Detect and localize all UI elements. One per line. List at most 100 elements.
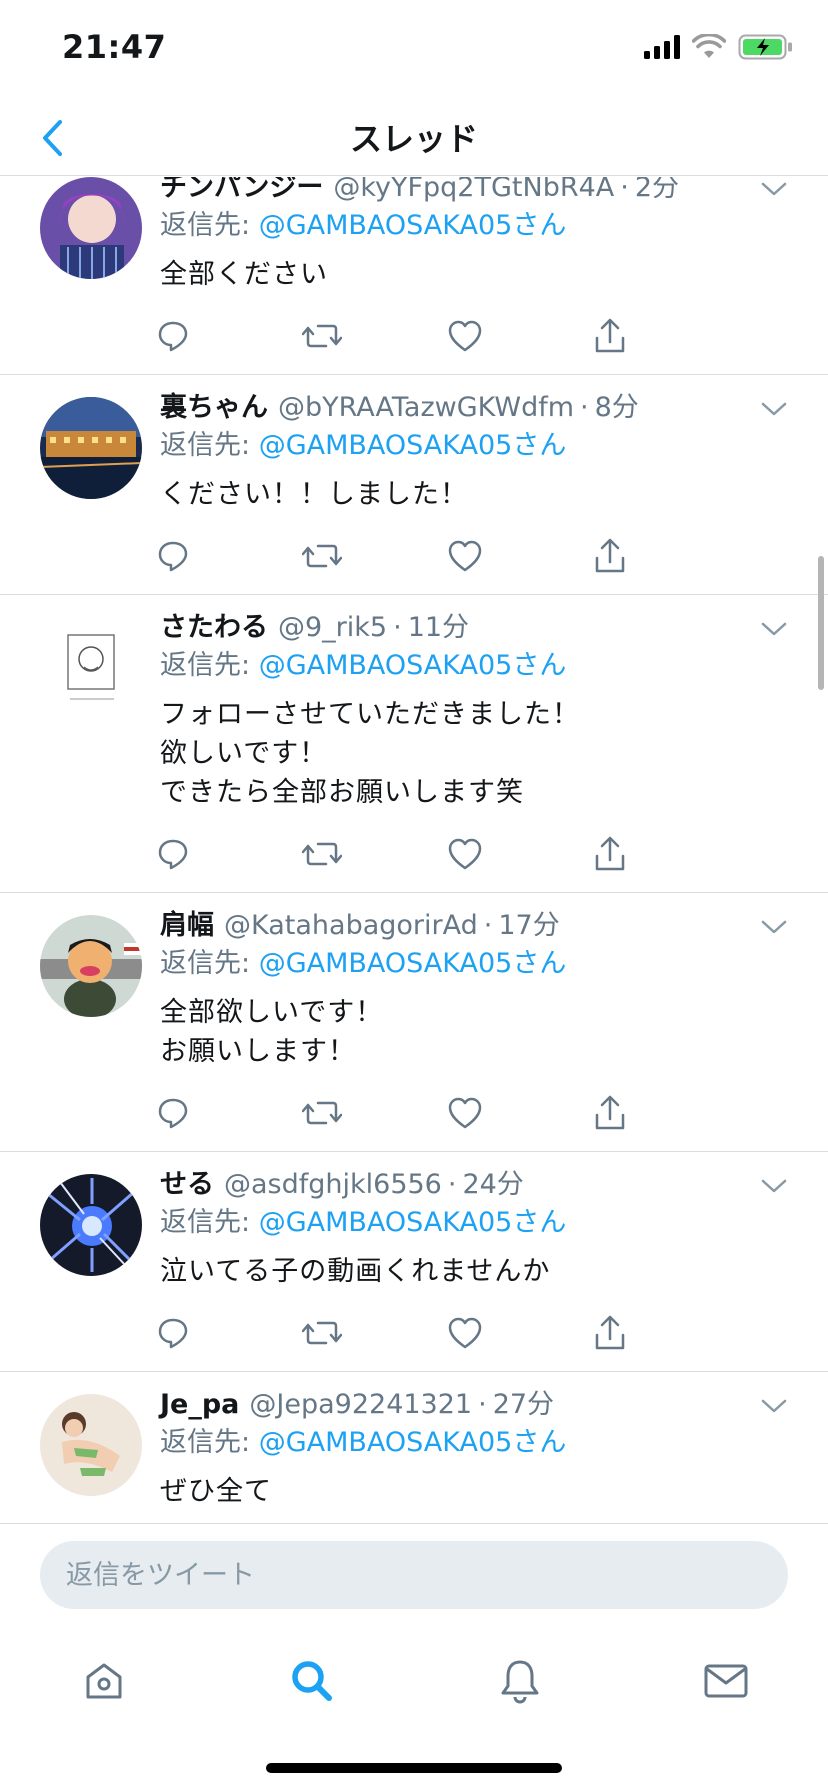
reply-to-label: 返信先:: [160, 1207, 259, 1238]
share-button[interactable]: [593, 314, 739, 362]
tweet[interactable]: チンパンジー @kyYFpq2TGtNbR4A · 2分 返信先: @GAMBAOSAK…: [0, 177, 828, 375]
like-icon: [447, 319, 483, 357]
tweet-body: 肩幅 @KatahabagorirAd · 17分 返信先: @GAMBAOSAKA05…: [158, 893, 828, 1151]
like-button[interactable]: [447, 534, 593, 582]
reply-to-mention[interactable]: @GAMBAOSAKA05さん: [259, 210, 567, 241]
tweet-text: ください！！しました！: [160, 479, 468, 510]
home-indicator[interactable]: [266, 1763, 562, 1773]
chevron-down-icon: [758, 622, 790, 645]
reply-input[interactable]: [40, 1541, 788, 1609]
tweet-author-handle[interactable]: @asdfghjkl6556: [224, 1166, 442, 1204]
avatar[interactable]: [40, 617, 142, 719]
retweet-icon: [301, 539, 342, 577]
tweet-actions: [156, 302, 738, 374]
tweet[interactable]: 裏ちゃん @bYRAATazwGKWdfm · 8分 返信先: @GAMBAOSAKA0…: [0, 375, 828, 595]
tweet-author-name[interactable]: チンパンジー: [160, 177, 323, 207]
tweet-author-name[interactable]: さたわる: [160, 609, 268, 647]
reply-to-mention[interactable]: @GAMBAOSAKA05さん: [259, 1427, 567, 1458]
share-button[interactable]: [593, 1091, 739, 1139]
tweet-author-name[interactable]: 裏ちゃん: [160, 389, 268, 427]
retweet-button[interactable]: [301, 1311, 448, 1359]
like-icon: [447, 837, 483, 875]
reply-icon: [156, 837, 190, 875]
tweet-text: 泣いてる子の動画くれませんか: [160, 1256, 551, 1287]
like-button[interactable]: [447, 314, 593, 362]
tweet-feed[interactable]: チンパンジー @kyYFpq2TGtNbR4A · 2分返信先: @GAMBAOSAK…: [0, 177, 828, 1523]
tweet-body: Je_pa @Jepa92241321 · 27分 返信先: @GAMBAOSAKA05…: [160, 1372, 828, 1523]
separator-dot: ·: [447, 1169, 457, 1200]
reply-to-mention[interactable]: @GAMBAOSAKA05さん: [259, 430, 567, 461]
reply-button[interactable]: [156, 1091, 302, 1139]
avatar[interactable]: [40, 397, 142, 499]
reply-button[interactable]: [156, 832, 302, 880]
tweet-author-handle[interactable]: @kyYFpq2TGtNbR4A: [333, 177, 614, 207]
like-button[interactable]: [447, 1091, 593, 1139]
tweet-author-handle[interactable]: @bYRAATazwGKWdfm: [278, 389, 574, 427]
avatar[interactable]: [40, 915, 142, 1017]
retweet-button[interactable]: [301, 832, 448, 880]
tweet-body: せる @asdfghjkl6556 · 24分 返信先: @GAMBAOSAKA05さん…: [158, 1152, 828, 1371]
share-button[interactable]: [593, 1311, 739, 1359]
tweet-menu-button[interactable]: [758, 617, 790, 641]
tweet-author-name[interactable]: Je_pa: [160, 1386, 239, 1424]
tweet-text: 全部欲しいです！ お願いします！: [160, 997, 384, 1067]
tweet-menu-button[interactable]: [758, 915, 790, 939]
avatar[interactable]: [40, 177, 142, 279]
reply-icon: [156, 319, 190, 357]
tweet-author-handle[interactable]: @KatahabagorirAd: [224, 907, 478, 945]
share-button[interactable]: [593, 534, 739, 582]
tweet[interactable]: せる @asdfghjkl6556 · 24分 返信先: @GAMBAOSAKA05さん…: [0, 1152, 828, 1372]
tweet-timestamp: 2分: [634, 177, 680, 203]
like-button[interactable]: [447, 1311, 593, 1359]
like-icon: [447, 1096, 483, 1134]
reply-to-mention[interactable]: @GAMBAOSAKA05さん: [259, 650, 567, 681]
page-title: スレッド: [349, 120, 478, 158]
tweet-actions: [156, 522, 738, 594]
reply-button[interactable]: [156, 314, 302, 362]
tweet-header: 裏ちゃん @bYRAATazwGKWdfm · 8分: [160, 389, 738, 427]
reply-to-label: 返信先:: [160, 210, 259, 241]
like-button[interactable]: [447, 832, 593, 880]
retweet-button[interactable]: [301, 314, 448, 362]
reply-to-line: 返信先: @GAMBAOSAKA05さん: [160, 647, 738, 685]
reply-button[interactable]: [156, 1311, 302, 1359]
avatar[interactable]: [40, 1394, 142, 1496]
reply-to-mention[interactable]: @GAMBAOSAKA05さん: [259, 948, 567, 979]
tweet-text: 全部ください: [160, 259, 328, 290]
share-button[interactable]: [593, 832, 739, 880]
scrollbar[interactable]: [818, 556, 824, 690]
tweet-body: チンパンジー @kyYFpq2TGtNbR4A · 2分 返信先: @GAMBAOSAK…: [158, 177, 828, 374]
cellular-signal-icon: [644, 35, 680, 59]
tweet-author-handle[interactable]: @Jepa92241321: [249, 1386, 472, 1424]
share-icon: [593, 1315, 627, 1355]
reply-to-mention[interactable]: @GAMBAOSAKA05さん: [259, 1207, 567, 1238]
tweet-header: 肩幅 @KatahabagorirAd · 17分: [160, 907, 738, 945]
tab-messages[interactable]: [696, 1651, 756, 1711]
tweet-menu-button[interactable]: [758, 1394, 790, 1418]
tab-notifications[interactable]: [490, 1651, 550, 1711]
tweet[interactable]: さたわる @9_rik5 · 11分 返信先: @GAMBAOSAKA05さん フォローさ…: [0, 595, 828, 893]
tab-search[interactable]: [282, 1651, 342, 1711]
tweet-author-name[interactable]: 肩幅: [160, 907, 214, 945]
reply-button[interactable]: [156, 534, 302, 582]
tweet-body: さたわる @9_rik5 · 11分 返信先: @GAMBAOSAKA05さん フォローさ…: [158, 595, 828, 892]
tab-home[interactable]: [74, 1651, 134, 1711]
nav-bar: スレッド: [0, 100, 828, 176]
tweet-timestamp: 17分: [498, 910, 560, 941]
tweet-author-name[interactable]: せる: [160, 1166, 214, 1204]
retweet-icon: [301, 1316, 342, 1354]
tweet-body: 裏ちゃん @bYRAATazwGKWdfm · 8分 返信先: @GAMBAOSAKA0…: [158, 375, 828, 594]
reply-to-label: 返信先:: [160, 1427, 259, 1458]
tweet-list: チンパンジー @kyYFpq2TGtNbR4A · 2分返信先: @GAMBAOSAK…: [0, 177, 828, 1523]
chevron-down-icon: [758, 182, 790, 205]
tweet-menu-button[interactable]: [758, 177, 790, 201]
tweet-author-handle[interactable]: @9_rik5: [278, 609, 387, 647]
retweet-button[interactable]: [301, 534, 448, 582]
share-icon: [593, 538, 627, 578]
tweet[interactable]: Je_pa @Jepa92241321 · 27分 返信先: @GAMBAOSAKA05…: [0, 1372, 828, 1523]
tweet-menu-button[interactable]: [758, 1174, 790, 1198]
retweet-button[interactable]: [301, 1091, 448, 1139]
tweet-menu-button[interactable]: [758, 397, 790, 421]
tweet[interactable]: 肩幅 @KatahabagorirAd · 17分 返信先: @GAMBAOSAKA05…: [0, 893, 828, 1152]
avatar[interactable]: [40, 1174, 142, 1276]
